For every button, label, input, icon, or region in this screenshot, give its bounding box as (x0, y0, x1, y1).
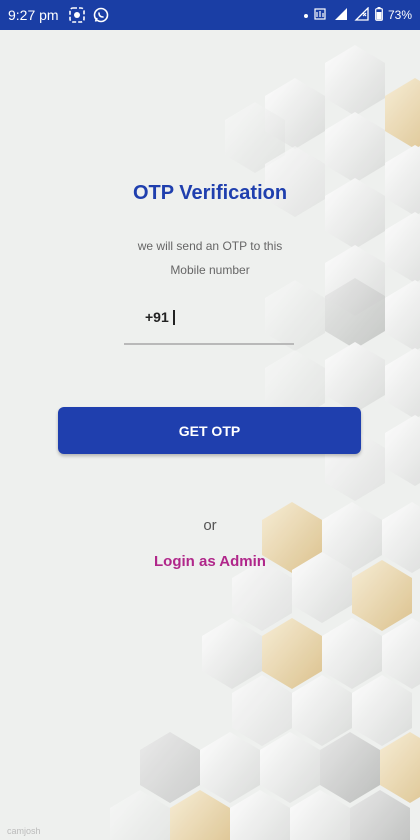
screen-record-icon (68, 7, 85, 23)
watermark: camjosh (7, 826, 41, 836)
subtitle-line-2: Mobile number (170, 263, 250, 277)
volte-icon (314, 7, 328, 24)
or-divider-text: or (203, 517, 217, 534)
status-bar: 9:27 pm 73% (0, 0, 420, 30)
get-otp-button[interactable]: GET OTP (58, 407, 361, 454)
battery-icon (375, 6, 383, 24)
country-code-prefix: +91 (145, 309, 169, 325)
whatsapp-icon (93, 7, 109, 23)
mobile-number-input[interactable]: +91 (124, 305, 294, 345)
dot-icon (303, 8, 309, 22)
signal-4g-icon (333, 7, 349, 24)
login-as-admin-link[interactable]: Login as Admin (0, 553, 420, 570)
subtitle-line-1: we will send an OTP to this (137, 239, 283, 253)
signal-icon (354, 5, 370, 24)
status-time: 9:27 pm (8, 7, 59, 23)
text-cursor (173, 310, 175, 325)
battery-percentage: 73% (387, 8, 412, 22)
page-title: OTP Verification (132, 182, 288, 204)
status-right-group: 73% (303, 5, 412, 24)
